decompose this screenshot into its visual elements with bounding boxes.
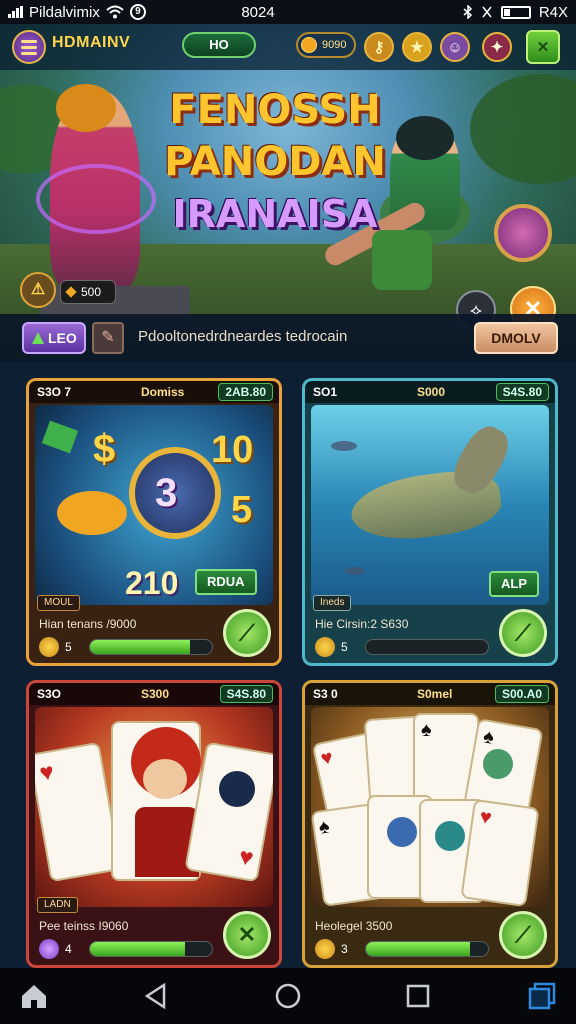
card-header-left: S3O 7	[37, 385, 72, 399]
card-artwork: $ 10 3 5 210 RDUA	[35, 405, 273, 605]
system-nav-bar	[0, 968, 576, 1024]
signal-icon	[8, 6, 23, 18]
coin-count: 5	[341, 640, 348, 654]
card-footer-text: Hie Cirsin:2 S630	[315, 617, 409, 631]
multiplier-10: 10	[211, 429, 254, 471]
clock: 8024	[241, 3, 275, 21]
card-footer-text: Pee teinss I9060	[39, 919, 129, 933]
card-header-left: S3 0	[313, 687, 338, 701]
status-bar: Pildalvimix 9 8024 R4X	[0, 0, 576, 24]
app-notification-icon: 9	[129, 4, 146, 20]
card-header-title: Domiss	[141, 385, 185, 399]
mascot-icon[interactable]: ☺	[440, 32, 470, 62]
coin-balance-value: 9090	[322, 39, 347, 51]
dollar-symbol: $	[93, 427, 116, 471]
card-header-left: S3O	[37, 687, 62, 701]
card-header: SO1 S000 S4S.80	[305, 381, 555, 403]
hero-banner: HDMAINV HO 9090 ⚷ ★ ☺ ✦ ✕ FENOSSH PANODA…	[0, 24, 576, 362]
card-header-value: 2AB.80	[218, 383, 273, 401]
play-button[interactable]: ⟋	[499, 911, 547, 959]
header-pill-button[interactable]: HO	[182, 32, 256, 58]
multiwindow-icon[interactable]	[526, 980, 558, 1012]
bonus-chip[interactable]: RDUA	[195, 569, 257, 595]
play-button[interactable]: ⟋	[223, 609, 271, 657]
bluetooth-icon	[463, 5, 472, 19]
recents-icon[interactable]	[402, 980, 434, 1012]
wifi-icon	[106, 5, 124, 19]
coin-balance[interactable]: 9090	[296, 32, 356, 58]
card-header-value: S00.A0	[494, 685, 549, 703]
card-footer-text: Hian tenans /9000	[39, 617, 137, 631]
progress-bar	[365, 639, 489, 655]
center-number: 3	[155, 471, 178, 515]
coin-icon	[315, 637, 335, 657]
promo-strip: LEO ✎ Pdooltonedrdneardes tedrocain DMOL…	[0, 314, 576, 362]
menu-button[interactable]	[12, 30, 46, 64]
prize-wheel	[494, 204, 552, 262]
card-header-title: S0mel	[417, 687, 453, 701]
key-icon[interactable]: ⚷	[364, 32, 394, 62]
coin-count: 5	[65, 640, 72, 654]
level-up-button[interactable]: LEO	[22, 322, 86, 354]
multiplier-5: 5	[231, 489, 253, 531]
prize-amount: 210	[125, 565, 179, 601]
promo-text: Pdooltonedrdneardes tedrocain	[138, 328, 348, 345]
card-header-left: SO1	[313, 385, 338, 399]
promo-action-button[interactable]: DMOLV	[474, 322, 558, 354]
card-artwork: ♥ ♠ ♠ ♠ ♥	[311, 707, 549, 907]
card-header: S3 0 S0mel S00.A0	[305, 683, 555, 705]
coin-icon	[315, 939, 335, 959]
progress-bar	[89, 941, 213, 957]
tools-icon[interactable]: ✎	[92, 322, 124, 354]
alert-icon[interactable]: ⚠	[20, 272, 56, 308]
back-icon[interactable]	[140, 980, 172, 1012]
gem-icon	[39, 939, 59, 959]
vibrate-icon	[482, 6, 492, 18]
card-tag: Ineds	[313, 595, 352, 611]
settings-icon[interactable]: ✕	[526, 30, 560, 64]
brand-logo: HDMAINV	[52, 34, 131, 51]
title-line-2: PANODAN	[164, 139, 386, 185]
play-button[interactable]: ⟋	[499, 609, 547, 657]
card-tag: MOUL	[37, 595, 80, 611]
card-header-value: S4S.80	[495, 383, 549, 401]
game-title: FENOSSH PANODAN IRANAISA	[130, 84, 420, 240]
coin-icon	[39, 637, 59, 657]
card-tag: LADN	[37, 897, 78, 913]
card-header: S3O 7 Domiss 2AB.80	[29, 381, 279, 403]
card-artwork: ALP	[311, 405, 549, 605]
card-header-title: S300	[141, 687, 170, 701]
home-icon[interactable]	[18, 980, 50, 1012]
card-footer-text: Heolegel 3500	[315, 919, 393, 933]
gift-icon[interactable]: ✦	[482, 32, 512, 62]
play-button[interactable]: ✕	[223, 911, 271, 959]
bonus-chip[interactable]: ALP	[489, 571, 539, 597]
coin-icon	[301, 37, 317, 53]
game-card-1[interactable]: S3O 7 Domiss 2AB.80 $ 10 3 5 210 RDUA MO…	[26, 378, 282, 666]
score-counter: 500	[60, 280, 116, 304]
home-circle-icon[interactable]	[272, 980, 304, 1012]
progress-bar	[89, 639, 213, 655]
warrior-hair	[56, 84, 116, 132]
card-artwork: ♥ ♥	[35, 707, 273, 907]
medal-icon[interactable]: ★	[402, 32, 432, 62]
game-card-4[interactable]: S3 0 S0mel S00.A0 ♥ ♠ ♠ ♠ ♥ Heolegel 350…	[302, 680, 558, 968]
battery-icon	[500, 5, 531, 19]
carrier-name: Pildalvimix	[29, 3, 100, 21]
coin-count: 4	[65, 942, 72, 956]
coin-count: 3	[341, 942, 348, 956]
battery-text: R4X	[538, 3, 568, 21]
game-card-3[interactable]: S3O S300 S4S.80 ♥ ♥ LADN Pee teinss I906…	[26, 680, 282, 968]
progress-bar	[365, 941, 489, 957]
title-line-3: IRANAISA	[172, 192, 378, 236]
card-header: S3O S300 S4S.80	[29, 683, 279, 705]
card-header-title: S000	[417, 385, 446, 399]
game-card-2[interactable]: SO1 S000 S4S.80 ALP Ineds Hie Cirsin:2 S…	[302, 378, 558, 666]
title-line-1: FENOSSH	[169, 87, 381, 133]
card-header-value: S4S.80	[219, 685, 273, 703]
